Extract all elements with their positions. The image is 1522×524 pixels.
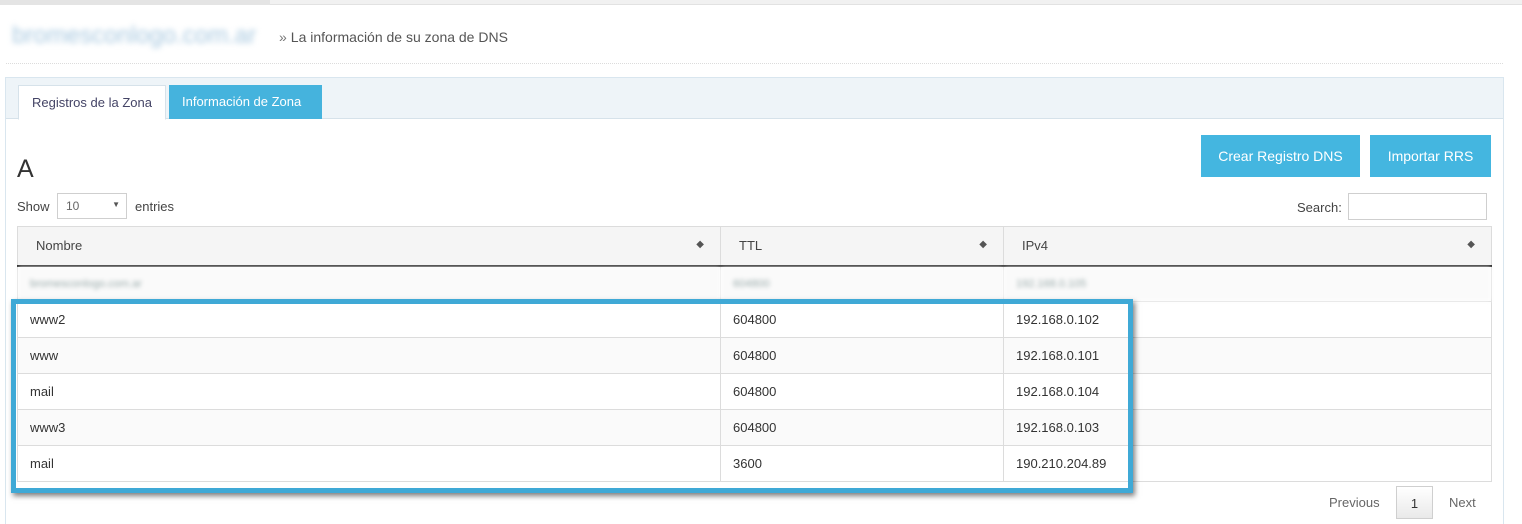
cell-nombre: mail	[17, 373, 721, 410]
sort-icon: ◆	[1467, 239, 1475, 250]
entries-per-page-select[interactable]: 10 ▼	[57, 193, 127, 219]
cell-ipv4: 192.168.0.104	[1003, 373, 1492, 410]
entries-per-page-value: 10	[66, 199, 80, 213]
cell-ipv4: 192.168.0.103	[1003, 409, 1492, 446]
column-header-nombre[interactable]: Nombre ◆	[17, 226, 721, 267]
entries-label: entries	[135, 199, 175, 214]
table-row[interactable]: mail 3600 190.210.204.89	[17, 445, 1492, 482]
cell-ipv4: 192.168.0.105	[1003, 265, 1492, 302]
breadcrumb: » La información de su zona de DNS	[279, 29, 508, 45]
tab-zone-info[interactable]: Información de Zona	[169, 85, 322, 119]
table-row[interactable]: mail 604800 192.168.0.104	[17, 373, 1492, 410]
cell-ttl: 604800	[720, 337, 1004, 374]
cell-nombre: bromesconlogo.com.ar	[17, 265, 721, 302]
domain-title: bromesconlogo.com.ar	[12, 22, 257, 49]
table-row[interactable]: www3 604800 192.168.0.103	[17, 409, 1492, 446]
cell-nombre: www	[17, 337, 721, 374]
show-label: Show	[17, 199, 50, 214]
cell-nombre: www3	[17, 409, 721, 446]
cell-ipv4: 192.168.0.102	[1003, 301, 1492, 338]
sort-icon: ◆	[979, 239, 987, 250]
table-header-row: Nombre ◆ TTL ◆ IPv4 ◆	[17, 226, 1492, 267]
cell-ipv4: 192.168.0.101	[1003, 337, 1492, 374]
table-row[interactable]: www 604800 192.168.0.101	[17, 337, 1492, 374]
pagination-page-1[interactable]: 1	[1396, 486, 1433, 519]
create-dns-record-button[interactable]: Crear Registro DNS	[1201, 135, 1360, 177]
cell-ttl: 604800	[720, 265, 1004, 302]
cell-ipv4: 190.210.204.89	[1003, 445, 1492, 482]
cell-ttl: 604800	[720, 373, 1004, 410]
column-header-label: IPv4	[1022, 238, 1049, 254]
import-rrs-button[interactable]: Importar RRS	[1370, 135, 1491, 177]
column-header-ttl[interactable]: TTL ◆	[720, 226, 1004, 267]
page-header: bromesconlogo.com.ar » La información de …	[6, 16, 1503, 64]
pagination-previous[interactable]: Previous	[1329, 486, 1380, 519]
table-row[interactable]: bromesconlogo.com.ar 604800 192.168.0.10…	[17, 265, 1492, 302]
cell-ttl: 604800	[720, 409, 1004, 446]
top-bar-segment	[0, 0, 270, 5]
record-type-title: A	[17, 155, 34, 183]
top-bar	[0, 0, 1522, 5]
breadcrumb-separator: »	[279, 29, 287, 45]
tab-bar: Registros de la Zona Información de Zona	[6, 78, 1503, 120]
column-header-label: Nombre	[36, 238, 83, 254]
chevron-down-icon: ▼	[112, 200, 120, 209]
cell-ttl: 604800	[720, 301, 1004, 338]
column-header-ipv4[interactable]: IPv4 ◆	[1003, 226, 1492, 267]
cell-nombre: mail	[17, 445, 721, 482]
table-row[interactable]: www2 604800 192.168.0.102	[17, 301, 1492, 338]
search-input[interactable]	[1348, 193, 1487, 220]
sort-icon: ◆	[696, 239, 704, 250]
cell-ttl: 3600	[720, 445, 1004, 482]
column-header-label: TTL	[739, 238, 763, 254]
search-label: Search:	[1297, 200, 1342, 215]
cell-nombre: www2	[17, 301, 721, 338]
breadcrumb-label: La información de su zona de DNS	[290, 29, 508, 45]
pagination-next[interactable]: Next	[1449, 486, 1476, 519]
dns-records-table: Nombre ◆ TTL ◆ IPv4 ◆ bromesconlogo.com.ar …	[17, 226, 1492, 482]
tab-zone-records[interactable]: Registros de la Zona	[18, 85, 166, 120]
